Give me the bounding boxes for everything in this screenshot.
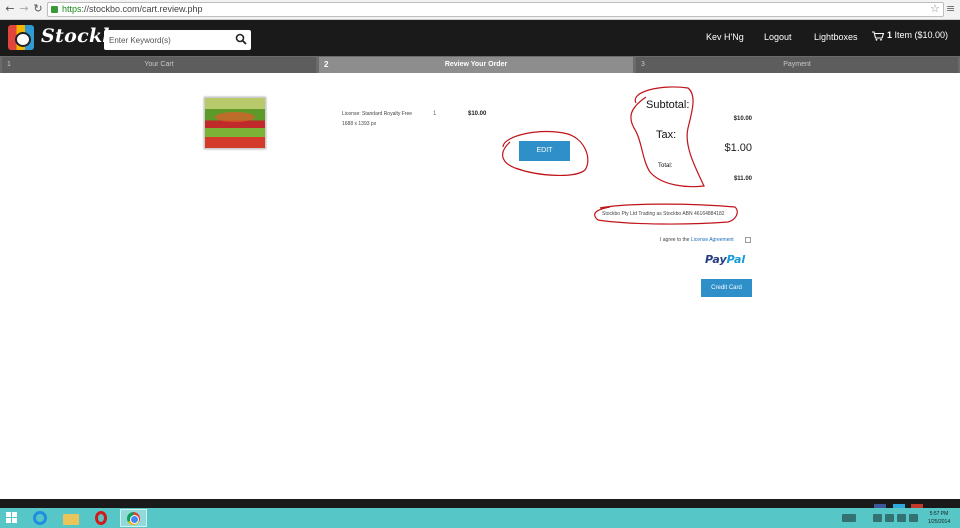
back-arrow-icon[interactable]: ← <box>4 3 16 15</box>
agreement-prefix: I agree to the <box>660 237 690 243</box>
search-icon[interactable] <box>235 33 247 45</box>
opera-icon[interactable] <box>95 511 107 525</box>
search-box <box>104 30 251 50</box>
address-bar[interactable]: https://stockbo.com/cart.review.php <box>47 2 944 17</box>
network-icon[interactable] <box>885 514 894 522</box>
checkout-steps: 1 Your Cart 2 Review Your Order 3 Paymen… <box>0 56 960 73</box>
step-payment: 3 Payment <box>636 57 958 73</box>
paypal-logo-part: Pay <box>705 253 727 266</box>
chrome-icon <box>127 512 140 525</box>
step-label: Payment <box>783 61 811 68</box>
item-dimensions: 1688 x 1393 px <box>342 121 377 127</box>
browser-menu-icon[interactable]: ≡ <box>946 2 955 15</box>
clock-time: 5:57 PM <box>929 511 949 517</box>
item-thumbnail[interactable] <box>204 97 266 149</box>
forward-arrow-icon[interactable]: → <box>18 3 30 15</box>
flag-icon[interactable] <box>897 514 906 522</box>
step-label: Your Cart <box>144 61 174 68</box>
taskbar-clock[interactable]: 5:57 PM 1/25/2014 <box>922 510 956 526</box>
subtotal-label: Subtotal: <box>646 99 690 111</box>
chrome-taskbar-item[interactable] <box>120 509 147 527</box>
paypal-logo-part: Pal <box>726 253 746 266</box>
file-explorer-icon[interactable] <box>63 514 79 525</box>
agreement-text: I agree to the License Agreement <box>660 237 734 243</box>
windows-start-icon[interactable] <box>6 512 18 524</box>
windows-taskbar <box>0 508 960 528</box>
step-your-cart[interactable]: 1 Your Cart <box>2 57 316 73</box>
tax-value: $1.00 <box>724 142 752 154</box>
total-value: $11.00 <box>733 176 752 182</box>
url-scheme: https <box>62 4 82 14</box>
lock-icon <box>51 6 58 13</box>
search-input[interactable] <box>104 30 229 50</box>
stockbo-logo-icon[interactable] <box>8 25 34 50</box>
tray-printer-icon[interactable] <box>873 514 882 522</box>
volume-icon[interactable] <box>909 514 918 522</box>
logout-link[interactable]: Logout <box>764 32 792 42</box>
subtotal-value: $10.00 <box>733 116 752 122</box>
lightboxes-link[interactable]: Lightboxes <box>814 32 858 42</box>
cart-summary: Item ($10.00) <box>894 30 949 40</box>
internet-explorer-icon[interactable] <box>33 511 47 525</box>
site-header: Stockbo Kev H'Ng Logout Lightboxes 1 Ite… <box>0 20 960 56</box>
keyboard-icon[interactable] <box>842 514 856 522</box>
total-label: Total: <box>658 163 673 169</box>
cart-link[interactable]: 1 Item ($10.00) <box>872 30 948 41</box>
reload-icon[interactable]: ↻ <box>32 3 44 15</box>
step-label: Review Your Order <box>444 61 508 68</box>
agreement-checkbox[interactable] <box>745 237 751 243</box>
user-name-link[interactable]: Kev H'Ng <box>706 32 744 42</box>
paypal-button[interactable]: PayPal <box>705 253 745 266</box>
clock-date: 1/25/2014 <box>927 519 951 525</box>
item-price: $10.00 <box>468 111 487 117</box>
browser-toolbar: ← → ↻ https://stockbo.com/cart.review.ph… <box>0 0 960 20</box>
item-quantity: 1 <box>433 111 437 117</box>
step-review-order: 2 Review Your Order <box>319 57 633 73</box>
company-info: Stockbo Pty Ltd Trading as Stockbo ABN 4… <box>602 211 725 217</box>
bookmark-star-icon[interactable]: ☆ <box>930 2 940 15</box>
cart-count: 1 <box>887 30 893 40</box>
annotation-overlay <box>502 86 738 225</box>
license-agreement-link[interactable]: License Agreement <box>691 237 734 243</box>
edit-button[interactable]: EDIT <box>519 141 570 161</box>
site-footer <box>0 499 960 508</box>
tax-label: Tax: <box>656 129 677 141</box>
shopping-cart-icon <box>872 31 884 41</box>
url-path: ://stockbo.com/cart.review.php <box>81 4 203 14</box>
item-license: License: Standard Royalty Free <box>342 111 413 117</box>
credit-card-button[interactable]: Credit Card <box>701 279 752 297</box>
